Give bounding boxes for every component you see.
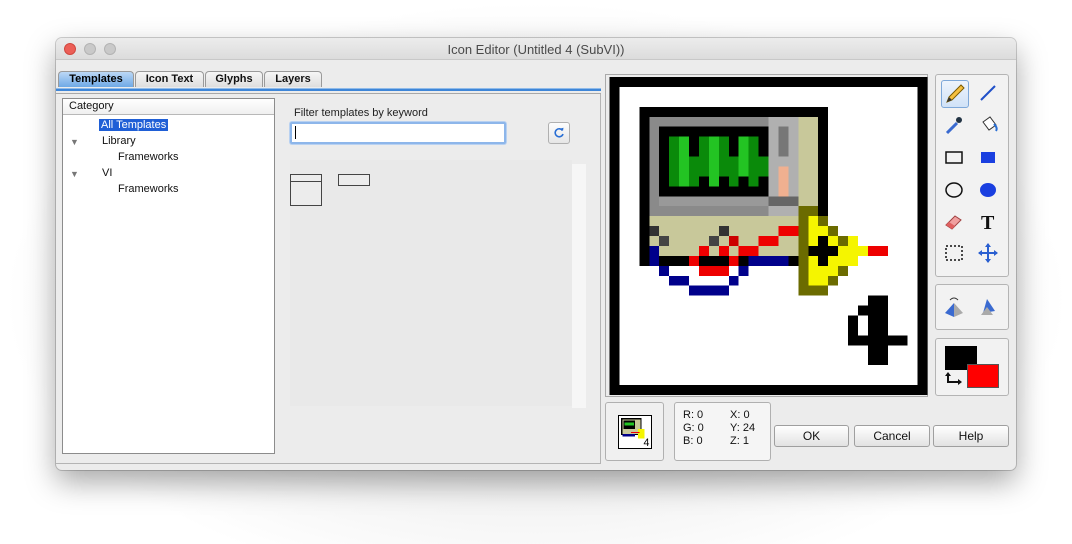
info-b: B: 0 [683,435,703,447]
color-copy-tool[interactable] [941,112,969,140]
move-tool[interactable] [975,240,1003,268]
template-thumbnail-banner[interactable] [338,174,370,186]
tab-glyphs[interactable]: Glyphs [205,71,263,87]
ellipse-tool[interactable] [941,176,969,204]
pixel-info-panel: R: 0 G: 0 B: 0 X: 0 Y: 24 Z: 1 [674,402,771,461]
tab-layers[interactable]: Layers [264,71,322,87]
info-z: Z: 1 [730,435,749,447]
tab-templates[interactable]: Templates [58,71,134,87]
text-tool[interactable]: T [975,208,1003,236]
tree-item-library[interactable]: Library [102,135,136,147]
color-selector [935,338,1009,396]
tree-item-library-frameworks[interactable]: Frameworks [118,151,179,163]
tree-item-all-templates[interactable]: All Templates [99,119,169,131]
text-icon: T [981,212,995,234]
rotate-icon [981,299,995,315]
move-icon [978,243,998,263]
icon-preview: 4 [605,402,664,461]
rectangle-icon [945,151,963,164]
filled-rectangle-icon [981,152,995,163]
filter-label: Filter templates by keyword [294,107,428,119]
fill-tool[interactable] [975,112,1003,140]
flip-tools [935,284,1009,330]
dropper-icon [945,117,962,135]
rectangle-tool[interactable] [941,144,969,172]
category-header: Category [63,99,274,115]
tree-item-vi-frameworks[interactable]: Frameworks [118,183,179,195]
text-caret [295,126,296,140]
templates-scrollbar[interactable] [572,164,586,408]
fill-bucket-icon [982,116,998,132]
help-button[interactable]: Help [933,425,1009,447]
window-title: Icon Editor (Untitled 4 (SubVI)) [447,42,625,57]
filter-input[interactable] [290,122,506,144]
icon-edit-canvas[interactable] [609,77,928,395]
cancel-button[interactable]: Cancel [854,425,930,447]
template-thumbnail-square[interactable] [290,174,322,206]
ok-button[interactable]: OK [774,425,849,447]
swap-colors-icon[interactable] [944,372,964,388]
icon-editor-window: Icon Editor (Untitled 4 (SubVI)) Templat… [56,38,1016,470]
expand-vi-icon[interactable]: ▼ [70,169,79,179]
templates-panel: Category All Templates ▼ Library Framewo… [56,94,601,464]
select-tool[interactable] [941,240,969,268]
flip-horizontal-icon [945,297,963,317]
pencil-icon [946,84,965,103]
eraser-icon [945,215,962,230]
thumbnail-number: 4 [644,437,650,449]
info-g: G: 0 [683,422,704,434]
line-icon [980,85,996,101]
drawing-toolbox: T [935,74,1009,277]
select-icon [945,245,963,261]
category-tree[interactable]: Category All Templates ▼ Library Framewo… [62,98,275,454]
templates-list[interactable] [290,160,572,406]
refresh-button[interactable] [548,122,570,144]
rotate-button[interactable] [975,293,1003,321]
icon-thumbnail: 4 [618,415,652,449]
eraser-tool[interactable] [941,208,969,236]
tab-icon-text[interactable]: Icon Text [135,71,204,87]
refresh-icon [554,127,564,138]
svg-text:T: T [981,212,995,234]
filled-rectangle-tool[interactable] [975,144,1003,172]
filled-ellipse-icon [980,183,996,197]
filled-ellipse-tool[interactable] [975,176,1003,204]
info-x: X: 0 [730,409,750,421]
tree-item-vi[interactable]: VI [102,167,112,179]
ellipse-icon [945,182,963,198]
title-bar: Icon Editor (Untitled 4 (SubVI)) [56,38,1016,60]
info-y: Y: 24 [730,422,756,434]
info-r: R: 0 [683,409,704,421]
background-color-swatch[interactable] [967,364,999,388]
flip-horizontal-button[interactable] [941,293,969,321]
line-tool[interactable] [975,80,1003,108]
expand-library-icon[interactable]: ▼ [70,137,79,147]
tab-underline [56,88,601,91]
pencil-tool[interactable] [941,80,969,108]
